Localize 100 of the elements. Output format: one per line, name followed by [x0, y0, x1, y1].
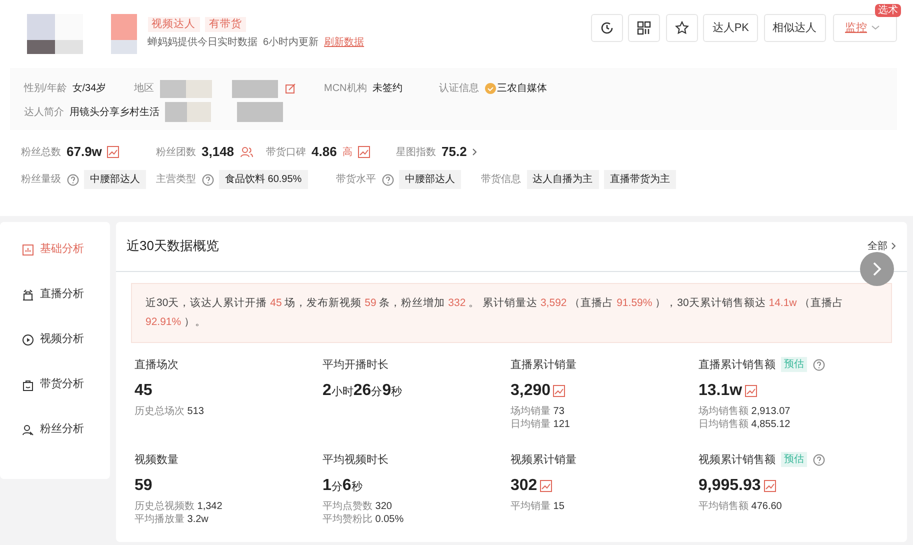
grid-icon: [637, 20, 652, 35]
chart-icon: [22, 244, 34, 256]
help-icon[interactable]: [202, 174, 214, 186]
stat-detail: 场均销量 73: [510, 405, 566, 418]
stat-value: 2小时26分9秒: [322, 380, 402, 400]
sidebar-item[interactable]: 粉丝分析: [0, 407, 110, 452]
stat-value: 3,290: [510, 380, 551, 400]
stat-detail: 日均销售额 4,855.12: [698, 418, 792, 432]
caret-icon: [871, 24, 880, 31]
estimate-tag: 预估: [781, 452, 807, 468]
tag: 直播带货为主: [604, 170, 676, 189]
stat-label: 视频数量: [134, 452, 178, 468]
stat-label: 直播累计销量: [510, 358, 576, 372]
stat-value: 1分6秒: [322, 476, 362, 496]
stat-detail: 日均销量 121: [510, 418, 571, 432]
stat-value: 45: [134, 380, 152, 400]
trend-icon[interactable]: [358, 146, 370, 158]
stat-label: 视频累计销售额: [698, 452, 776, 468]
stat-detail: 平均销量 15: [510, 500, 566, 514]
bio-text: 用镜头分享乡村生活: [70, 106, 160, 120]
field-value: 女/34岁: [72, 82, 106, 96]
stat-detail: 历史总视频数 1,342: [134, 500, 224, 514]
estimate-tag: 预估: [781, 357, 807, 372]
trend-icon[interactable]: [107, 146, 120, 158]
stat-detail: 场均销售额 2,913.07: [698, 405, 792, 418]
trend-icon[interactable]: [764, 480, 776, 492]
update-note: 6小时内更新: [263, 36, 319, 50]
stat-detail: 平均销售额 476.60: [698, 500, 783, 514]
help-icon[interactable]: [812, 358, 824, 371]
building-icon: [22, 288, 34, 300]
edit-icon[interactable]: [285, 82, 296, 94]
people-icon: [240, 146, 253, 158]
metric-label: 粉丝团数: [156, 146, 196, 160]
stat-value: 13.1w: [698, 380, 742, 400]
history-icon: [600, 20, 614, 35]
level-tag: 高: [342, 144, 352, 160]
chevron-icon: [890, 242, 896, 250]
stat-label: 直播累计销售额: [698, 358, 776, 372]
tag: 中腰部达人: [84, 170, 146, 189]
metric-label: 星图指数: [396, 146, 436, 160]
tag: 达人自播为主: [526, 170, 598, 189]
help-icon[interactable]: [66, 174, 78, 186]
field-label: 粉丝量级: [21, 172, 61, 187]
history-button[interactable]: [590, 14, 623, 42]
tag: 食品饮料 60.95%: [219, 170, 308, 189]
sidebar-item[interactable]: 直播分析: [0, 272, 110, 317]
user-icon: [22, 424, 34, 436]
favorite-button[interactable]: [666, 14, 698, 42]
stat-detail: 历史总场次 513: [134, 405, 205, 418]
metric-value: 4.86: [312, 143, 337, 162]
metric-label: 带货口碑: [266, 146, 306, 160]
summary-text: 近30天，该达人累计开播 45 场，发布新视频 59 条，粉丝增加 332 。 累计销量达 3,592 （直播占 91.59% ），30天累计销售额达 14.1w （直播占 92.91% ）。: [130, 282, 892, 342]
star-icon: [674, 20, 689, 35]
help-icon[interactable]: [812, 454, 824, 466]
field-label: 地区: [134, 82, 154, 96]
stat-label: 平均视频时长: [322, 452, 388, 468]
field-label: 带货水平: [336, 172, 376, 187]
field-value: 未签约: [372, 82, 402, 96]
metric-value: 3,148: [202, 143, 234, 162]
action-button[interactable]: 达人PK: [703, 14, 758, 42]
field-label: 达人简介: [24, 106, 64, 120]
play-icon: [22, 334, 34, 346]
action-button[interactable]: 相似达人: [764, 14, 826, 42]
sidebar-item[interactable]: 视频分析: [0, 317, 110, 362]
sidebar-item[interactable]: 带货分析: [0, 362, 110, 407]
stat-label: 视频累计销量: [510, 452, 576, 468]
metric-value: 67.9w: [66, 143, 102, 162]
field-label: 带货信息: [481, 172, 521, 187]
stat-value: 9,995.93: [698, 476, 761, 496]
field-label: MCN机构: [324, 82, 367, 96]
field-label: 认证信息: [439, 82, 479, 96]
field-label: 性别/年龄: [24, 82, 67, 96]
view-all-link[interactable]: 全部: [868, 238, 896, 254]
verified-icon: [484, 82, 496, 94]
stat-value: 59: [134, 476, 152, 496]
stat-label: 平均开播时长: [322, 358, 388, 372]
metric-value: 75.2: [442, 143, 467, 162]
field-value: 三农自媒体: [497, 82, 547, 96]
chevron-icon: [870, 260, 882, 276]
metric-label: 粉丝总数: [21, 146, 61, 160]
help-icon[interactable]: [382, 174, 394, 186]
data-source-text: 蝉妈妈提供今日实时数据: [148, 36, 258, 50]
stat-label: 直播场次: [134, 358, 178, 372]
stat-detail: 平均赞粉比 0.05%: [322, 513, 405, 526]
tag: 中腰部达人: [399, 170, 461, 189]
tag: 有带货: [205, 16, 246, 32]
stat-detail: 平均点赞数 320: [322, 500, 393, 514]
trend-icon[interactable]: [553, 384, 566, 396]
tag: 视频达人: [148, 16, 200, 32]
stat-detail: 平均播放量 3.2w: [134, 513, 210, 526]
trend-icon[interactable]: [744, 384, 757, 396]
chevron-icon[interactable]: [472, 148, 478, 156]
tag-badge: 选术: [875, 4, 901, 17]
stat-value: 302: [510, 476, 538, 496]
next-button[interactable]: [860, 252, 894, 286]
bag-icon: [22, 378, 34, 390]
field-label: 主营类型: [156, 172, 196, 187]
trend-icon[interactable]: [540, 480, 552, 492]
section-title: 近30天数据概览: [126, 237, 219, 256]
qr-code-button[interactable]: [628, 14, 660, 42]
